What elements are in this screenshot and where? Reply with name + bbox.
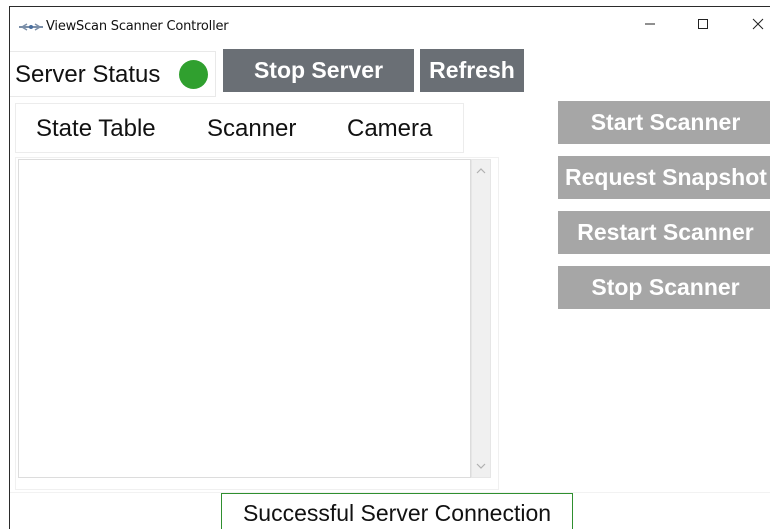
server-status-panel: Server Status [10, 51, 216, 97]
tab-bar: State Table Scanner Camera [15, 103, 464, 153]
refresh-button[interactable]: Refresh [420, 49, 524, 92]
connection-status-message: Successful Server Connection [221, 493, 573, 529]
close-button[interactable] [733, 7, 770, 45]
restart-scanner-button[interactable]: Restart Scanner [558, 211, 770, 254]
app-logo-icon [18, 20, 44, 32]
tab-camera[interactable]: Camera [347, 115, 432, 143]
maximize-icon [697, 17, 709, 35]
minimize-button[interactable] [625, 7, 675, 45]
stop-scanner-button[interactable]: Stop Scanner [558, 266, 770, 309]
app-window: ViewScan Scanner Controller Server Statu… [9, 6, 770, 529]
server-status-indicator [179, 60, 208, 89]
output-text-area[interactable] [18, 159, 471, 478]
maximize-button[interactable] [678, 7, 728, 45]
close-icon [752, 17, 764, 35]
tab-state-table[interactable]: State Table [36, 115, 156, 143]
tab-scanner[interactable]: Scanner [207, 115, 296, 143]
vertical-scrollbar[interactable] [471, 159, 491, 478]
scroll-up-icon[interactable] [472, 162, 490, 180]
stop-server-button[interactable]: Stop Server [223, 49, 414, 92]
scroll-down-icon[interactable] [472, 457, 490, 475]
window-title: ViewScan Scanner Controller [46, 19, 229, 34]
server-status-label: Server Status [15, 61, 161, 88]
start-scanner-button[interactable]: Start Scanner [558, 101, 770, 144]
minimize-icon [644, 17, 656, 35]
request-snapshot-button[interactable]: Request Snapshot [558, 156, 770, 199]
title-bar[interactable]: ViewScan Scanner Controller [10, 7, 770, 45]
